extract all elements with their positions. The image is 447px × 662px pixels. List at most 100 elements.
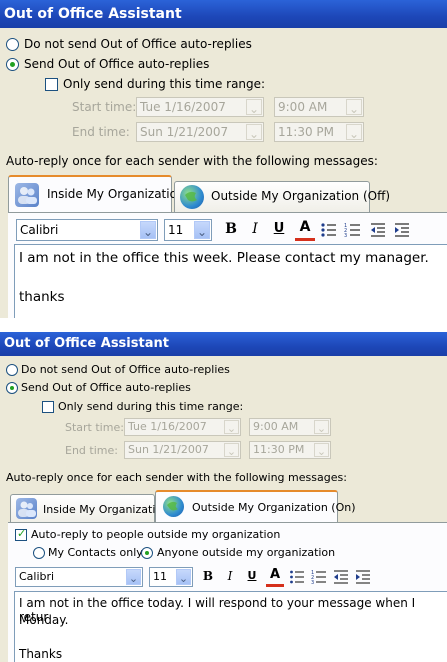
users-icon xyxy=(16,498,37,519)
italic-button[interactable]: I xyxy=(222,569,238,585)
font-name-value: Calibri xyxy=(20,223,59,237)
bullets-icon[interactable] xyxy=(320,221,338,239)
end-time-select[interactable]: 11:30 PM ⌄ xyxy=(249,441,331,459)
start-time-value: 9:00 AM xyxy=(278,100,328,114)
radio-anyone-outside[interactable] xyxy=(141,547,153,559)
end-time-label: End time: xyxy=(72,125,130,139)
start-time-select[interactable]: 9:00 AM ⌄ xyxy=(274,97,364,117)
anyone-outside-label: Anyone outside my organization xyxy=(157,546,336,559)
font-color-button[interactable]: A xyxy=(295,219,315,241)
start-date-value: Tue 1/16/2007 xyxy=(128,420,207,433)
autoreply-label: Auto-reply once for each sender with the… xyxy=(6,154,378,168)
globe-icon xyxy=(180,185,204,209)
autoreply-outside-label: Auto-reply to people outside my organiza… xyxy=(31,528,281,541)
message-line-2: thanks xyxy=(19,289,65,305)
only-range-checkbox[interactable] xyxy=(45,78,58,91)
numbering-icon[interactable]: 123 xyxy=(344,221,362,239)
end-time-select[interactable]: 11:30 PM ⌄ xyxy=(274,122,364,142)
message-line-1: I am not in the office today. I will res… xyxy=(19,596,416,624)
decrease-indent-icon[interactable] xyxy=(369,221,387,239)
italic-button[interactable]: I xyxy=(246,221,264,239)
underline-button[interactable]: U xyxy=(270,221,288,239)
font-name-select[interactable]: Calibri ⌄ xyxy=(16,219,158,241)
start-time-select[interactable]: 9:00 AM ⌄ xyxy=(249,418,331,436)
end-date-value: Sun 1/21/2007 xyxy=(128,443,209,456)
increase-indent-icon[interactable] xyxy=(393,221,411,239)
bold-button[interactable]: B xyxy=(222,221,240,239)
dropdown-arrow-icon: ⌄ xyxy=(314,443,329,458)
message-line-1: I am not in the office this week. Please… xyxy=(19,250,429,266)
tab-inside-label: Inside My Organization xyxy=(47,187,185,201)
start-time-label: Start time: xyxy=(72,100,137,114)
tab-outside-label: Outside My Organization (Off) xyxy=(211,189,391,203)
end-time-value: 11:30 PM xyxy=(253,443,305,456)
dropdown-arrow-icon: ⌄ xyxy=(224,443,239,458)
end-time-value: 11:30 PM xyxy=(278,125,334,139)
separator xyxy=(0,318,447,332)
radio-send[interactable] xyxy=(6,58,19,71)
end-time-label: End time: xyxy=(65,444,118,457)
start-date-select[interactable]: Tue 1/16/2007 ⌄ xyxy=(124,418,241,436)
bullets-icon[interactable] xyxy=(289,569,305,585)
start-time-label: Start time: xyxy=(65,421,124,434)
dropdown-arrow-icon: ⌄ xyxy=(314,420,329,435)
tab-inside-label: Inside My Organization xyxy=(43,503,170,516)
users-icon xyxy=(15,183,39,207)
radio-do-not-send[interactable] xyxy=(6,38,19,51)
font-name-select[interactable]: Calibri ⌄ xyxy=(15,567,143,587)
tab-outside-organization[interactable]: Outside My Organization (Off) xyxy=(174,181,390,212)
globe-icon xyxy=(163,496,184,517)
dropdown-arrow-icon: ⌄ xyxy=(126,569,141,585)
ooo-dialog-bottom: Out of Office Assistant Do not send Out … xyxy=(0,332,447,662)
only-range-label: Only send during this time range: xyxy=(58,400,244,413)
decrease-indent-icon[interactable] xyxy=(333,569,349,585)
start-time-value: 9:00 AM xyxy=(253,420,299,433)
font-name-value: Calibri xyxy=(19,570,55,583)
message-line-3: Thanks xyxy=(19,647,63,661)
autoreply-outside-checkbox[interactable]: ✓ xyxy=(15,527,27,541)
tab-outside-organization[interactable]: Outside My Organization (On) xyxy=(155,490,356,523)
increase-indent-icon[interactable] xyxy=(355,569,371,585)
dropdown-arrow-icon: ⌄ xyxy=(246,99,262,116)
radio-contacts-only[interactable] xyxy=(33,547,45,559)
dropdown-arrow-icon: ⌄ xyxy=(194,221,210,239)
font-size-select[interactable]: 11 ⌄ xyxy=(164,219,212,241)
font-color-button[interactable]: A xyxy=(266,567,284,587)
end-date-value: Sun 1/21/2007 xyxy=(140,125,229,139)
radio-do-not-send[interactable] xyxy=(6,364,18,376)
numbering-icon[interactable]: 123 xyxy=(311,569,327,586)
only-range-checkbox[interactable] xyxy=(42,401,54,413)
dropdown-arrow-icon: ⌄ xyxy=(346,99,362,116)
message-line-2: Monday. xyxy=(19,613,69,627)
radio-send-label: Send Out of Office auto-replies xyxy=(24,57,210,71)
tab-outside-label: Outside My Organization (On) xyxy=(192,501,356,514)
svg-text:3: 3 xyxy=(311,580,314,585)
bold-button[interactable]: B xyxy=(200,569,216,585)
tab-inside-organization[interactable]: Inside My Organization xyxy=(10,494,169,522)
font-size-select[interactable]: 11 ⌄ xyxy=(149,567,193,587)
dropdown-arrow-icon: ⌄ xyxy=(224,420,239,435)
only-range-label: Only send during this time range: xyxy=(63,77,266,91)
font-size-value: 11 xyxy=(168,223,184,237)
ooo-dialog-top: Out of Office Assistant Do not send Out … xyxy=(0,0,447,318)
message-editor[interactable]: I am not in the office today. I will res… xyxy=(14,591,447,662)
start-date-select[interactable]: Tue 1/16/2007 ⌄ xyxy=(136,97,264,117)
dialog-title: Out of Office Assistant xyxy=(0,0,447,28)
radio-do-not-send-label: Do not send Out of Office auto-replies xyxy=(24,37,252,51)
end-date-select[interactable]: Sun 1/21/2007 ⌄ xyxy=(124,441,241,459)
dropdown-arrow-icon: ⌄ xyxy=(246,124,262,141)
dropdown-arrow-icon: ⌄ xyxy=(176,569,191,585)
tab-inside-organization[interactable]: Inside My Organization xyxy=(8,175,185,212)
contacts-only-label: My Contacts only xyxy=(48,546,143,559)
message-editor[interactable]: I am not in the office this week. Please… xyxy=(14,244,447,318)
font-size-value: 11 xyxy=(153,570,167,583)
start-date-value: Tue 1/16/2007 xyxy=(140,100,226,114)
radio-send[interactable] xyxy=(6,382,18,394)
end-date-select[interactable]: Sun 1/21/2007 ⌄ xyxy=(136,122,264,142)
autoreply-label: Auto-reply once for each sender with the… xyxy=(6,471,347,484)
radio-do-not-send-label: Do not send Out of Office auto-replies xyxy=(21,363,230,376)
dialog-title: Out of Office Assistant xyxy=(0,332,447,356)
radio-send-label: Send Out of Office auto-replies xyxy=(21,381,191,394)
underline-button[interactable]: U xyxy=(244,569,260,585)
svg-text:3: 3 xyxy=(344,233,347,239)
